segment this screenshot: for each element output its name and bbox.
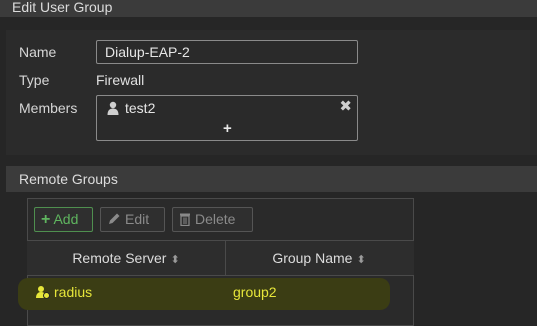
members-field[interactable]: test2 ✖ + bbox=[96, 95, 358, 141]
pencil-icon bbox=[109, 213, 120, 224]
window-title: Edit User Group bbox=[0, 0, 537, 17]
sort-icon: ⬍ bbox=[170, 254, 180, 266]
column-header-group-name[interactable]: Group Name ⬍ bbox=[226, 241, 412, 275]
delete-button-label: Delete bbox=[195, 211, 236, 227]
name-field[interactable] bbox=[96, 40, 358, 64]
remote-groups-header: Remote Groups bbox=[6, 166, 537, 192]
column-header-remote-server[interactable]: Remote Server ⬍ bbox=[27, 241, 226, 275]
plus-icon: + bbox=[41, 211, 51, 228]
type-value: Firewall bbox=[96, 72, 145, 88]
edit-button[interactable]: Edit bbox=[100, 207, 165, 232]
user-icon bbox=[107, 101, 119, 115]
remove-member-icon[interactable]: ✖ bbox=[339, 97, 352, 115]
remote-server-cell: radius bbox=[54, 284, 93, 300]
name-label: Name bbox=[19, 44, 57, 60]
type-label: Type bbox=[19, 72, 50, 88]
group-name-cell: group2 bbox=[233, 284, 277, 300]
member-item-test2: test2 bbox=[125, 100, 156, 116]
delete-button[interactable]: Delete bbox=[172, 207, 253, 232]
radius-server-icon bbox=[36, 286, 50, 299]
edit-button-label: Edit bbox=[125, 211, 150, 227]
add-button-label: Add bbox=[53, 211, 79, 227]
add-member-button[interactable]: + bbox=[223, 120, 232, 137]
members-label: Members bbox=[19, 100, 78, 116]
trash-icon bbox=[180, 213, 190, 227]
table-row[interactable]: radius bbox=[36, 284, 92, 300]
add-button[interactable]: + Add bbox=[34, 207, 93, 232]
table-header: Remote Server ⬍ Group Name ⬍ bbox=[27, 240, 414, 276]
sort-icon: ⬍ bbox=[356, 254, 366, 266]
